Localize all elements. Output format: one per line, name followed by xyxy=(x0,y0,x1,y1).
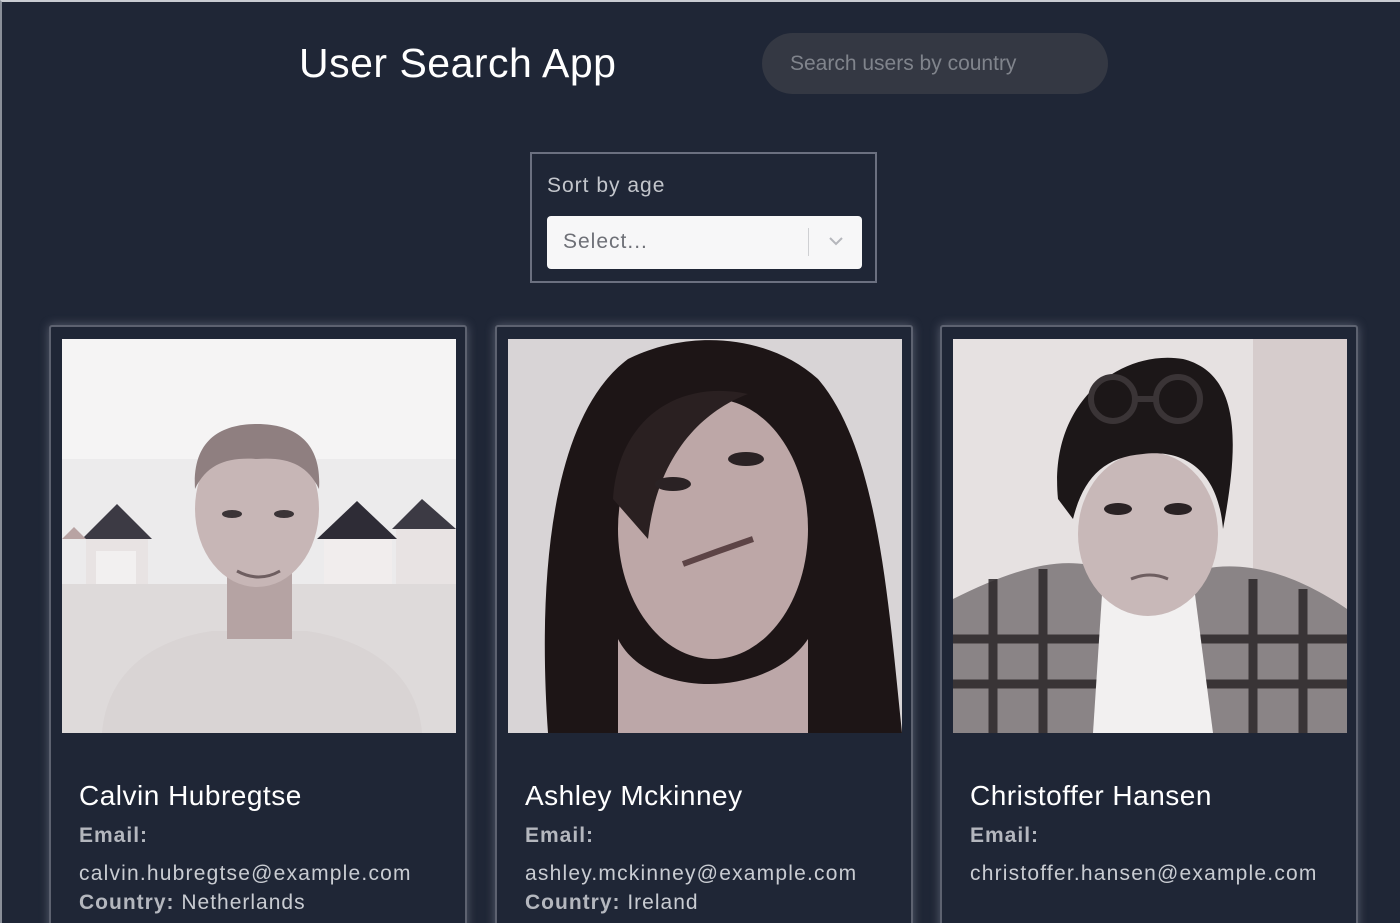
app-page: User Search App Sort by age Select... xyxy=(0,0,1400,923)
user-avatar xyxy=(508,339,902,733)
user-name: Ashley Mckinney xyxy=(525,780,743,811)
user-name: Christoffer Hansen xyxy=(970,780,1212,811)
country-label: Country: xyxy=(525,891,621,914)
user-card: Ashley Mckinney Email: ashley.mckinney@e… xyxy=(495,325,913,923)
user-avatar xyxy=(62,339,456,733)
user-country-line: Country: Netherlands xyxy=(79,891,306,915)
user-email: ashley.mckinney@example.com xyxy=(525,862,858,885)
user-card: Calvin Hubregtse Email: calvin.hubregtse… xyxy=(49,325,467,923)
user-email: christoffer.hansen@example.com xyxy=(970,862,1318,885)
select-separator xyxy=(808,228,809,256)
country-search-input[interactable] xyxy=(762,33,1108,94)
user-card: Christoffer Hansen Email: christoffer.ha… xyxy=(940,325,1358,923)
sort-select-value: Select... xyxy=(563,230,648,253)
country-label: Country: xyxy=(79,891,175,914)
user-email: calvin.hubregtse@example.com xyxy=(79,862,412,885)
app-title: User Search App xyxy=(299,40,617,86)
user-avatar xyxy=(953,339,1347,733)
user-country: Netherlands xyxy=(181,891,306,914)
sort-label: Sort by age xyxy=(547,174,666,197)
user-country: Ireland xyxy=(627,891,699,914)
sort-age-select[interactable]: Select... xyxy=(547,216,862,269)
email-label: Email: xyxy=(970,824,1040,847)
email-label: Email: xyxy=(79,824,149,847)
chevron-down-icon[interactable] xyxy=(825,230,847,252)
sort-panel: Sort by age Select... xyxy=(530,152,877,283)
user-country-line: Country: Ireland xyxy=(525,891,699,915)
email-label: Email: xyxy=(525,824,595,847)
user-name: Calvin Hubregtse xyxy=(79,780,302,811)
